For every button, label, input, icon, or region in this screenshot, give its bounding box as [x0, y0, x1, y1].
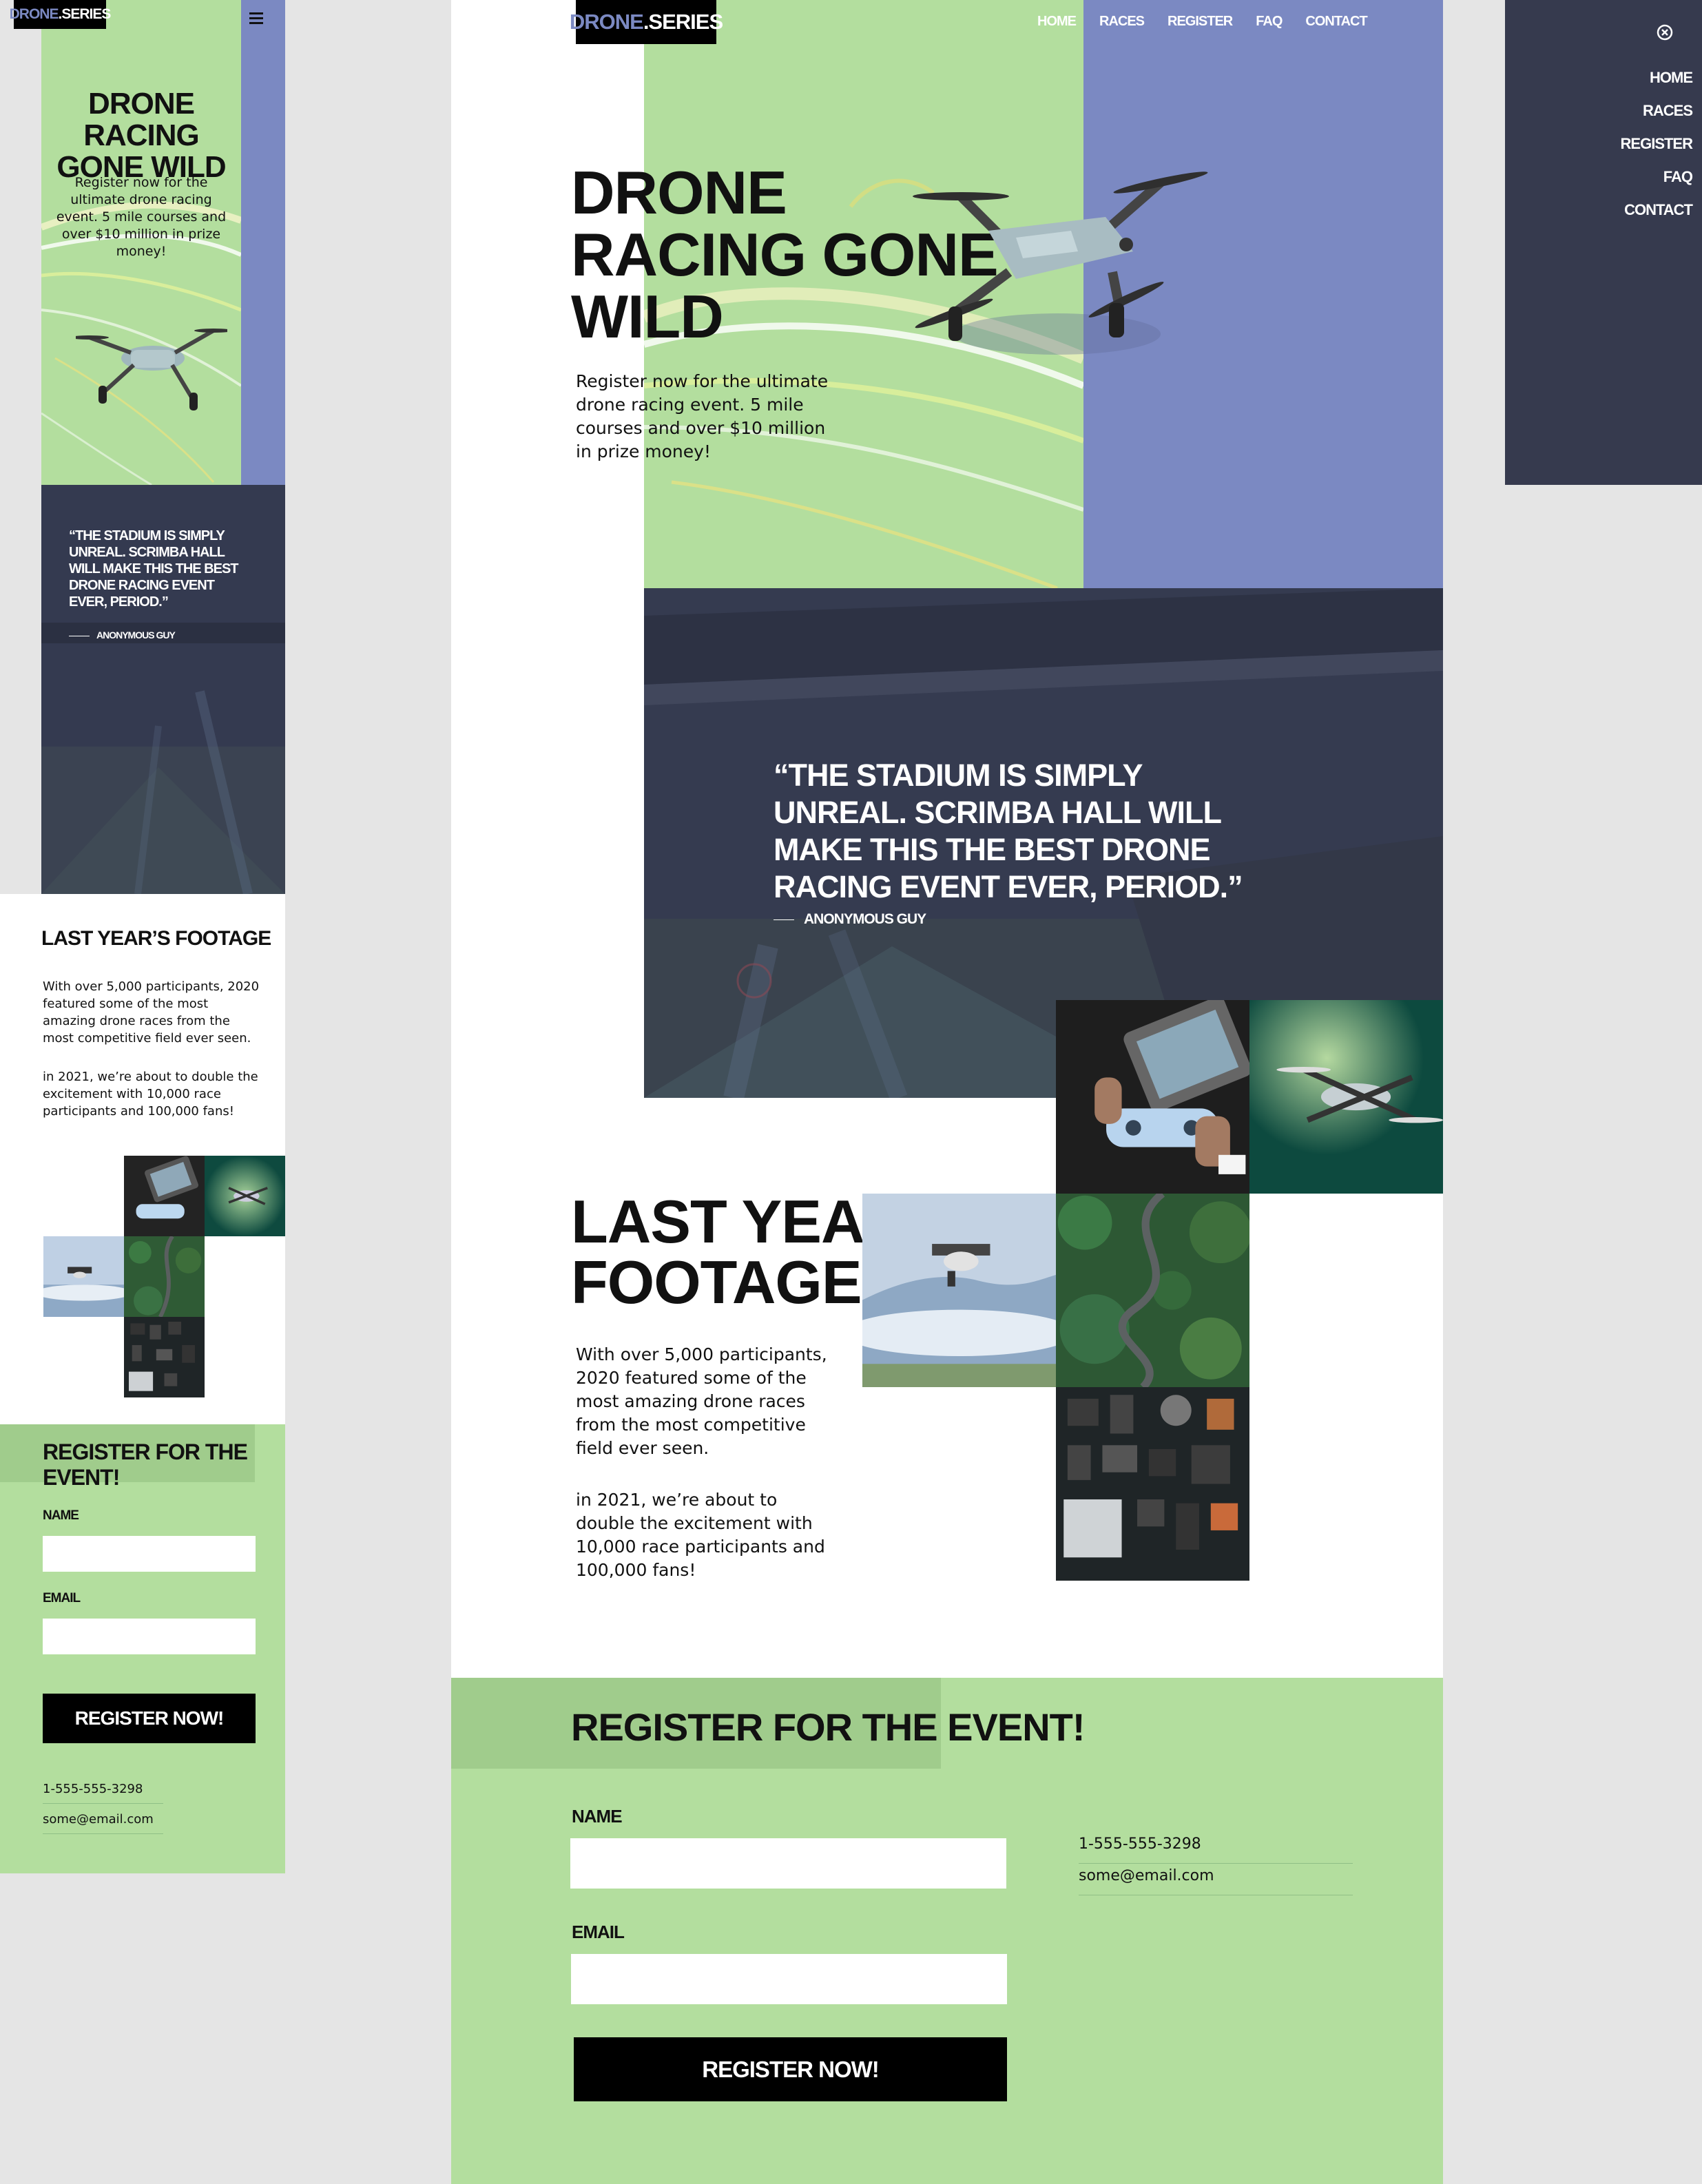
mobile-view: DRONE .SERIES DRONE RACING GONE WILD Regi…	[0, 0, 285, 1873]
mobile-email-input[interactable]	[43, 1619, 256, 1654]
desktop-view: DRONE .SERIES HOME RACES REGISTER FAQ CON…	[451, 0, 1443, 2184]
desktop-register-button[interactable]: REGISTER NOW!	[574, 2037, 1007, 2101]
desktop-hero-drone-image	[899, 134, 1229, 396]
mobile-name-input[interactable]	[43, 1536, 256, 1572]
mobile-contact-phone[interactable]: 1-555-555-3298	[43, 1782, 163, 1804]
mobile-logo[interactable]: DRONE .SERIES	[10, 0, 111, 29]
desktop-gallery-gear-flatlay-image	[1056, 1387, 1249, 1581]
desktop-contact-phone[interactable]: 1-555-555-3298	[1079, 1834, 1353, 1864]
drawer-nav-home[interactable]: HOME	[1650, 69, 1693, 87]
mobile-quote-author: ANONYMOUS GUY	[96, 630, 176, 641]
close-circle-icon[interactable]	[1656, 23, 1674, 41]
mobile-register-button[interactable]: REGISTER NOW!	[43, 1694, 256, 1743]
mobile-footage-paragraph: With over 5,000 participants, 2020 featu…	[43, 979, 260, 1046]
desktop-gallery-road-forest-image	[1056, 1194, 1249, 1387]
drawer-nav-races[interactable]: RACES	[1643, 102, 1693, 120]
desktop-gallery-drone-sky-image	[862, 1194, 1056, 1387]
drawer-nav-list: HOME RACES REGISTER FAQ CONTACT	[1621, 69, 1693, 219]
mobile-footage-paragraph: in 2021, we’re about to double the excit…	[43, 1070, 258, 1119]
mobile-email-label: EMAIL	[43, 1591, 81, 1605]
nav-contact[interactable]: CONTACT	[1305, 14, 1367, 30]
mobile-gallery-controller-image	[124, 1156, 205, 1236]
desktop-gallery-controller-image	[1056, 1000, 1249, 1194]
mobile-gallery-gear-flatlay-image	[124, 1317, 205, 1397]
drawer-nav-faq[interactable]: FAQ	[1663, 168, 1693, 186]
desktop-email-label: EMAIL	[572, 1922, 625, 1942]
desktop-footage-paragraph: With over 5,000 participants, 2020 featu…	[576, 1344, 827, 1458]
desktop-footage-paragraph: in 2021, we’re about to double the excit…	[576, 1490, 825, 1580]
mobile-quote-text: “THE STADIUM IS SIMPLY UNREAL. SCRIMBA H…	[69, 528, 239, 610]
mobile-hero-drone-image	[70, 303, 233, 413]
mobile-name-label: NAME	[43, 1508, 79, 1523]
mobile-contact-email[interactable]: some@email.com	[43, 1812, 163, 1834]
mobile-gallery-road-forest-image	[124, 1236, 205, 1317]
mobile-hero-title: DRONE RACING GONE WILD	[41, 88, 241, 183]
mobile-gallery-drone-green-image	[205, 1156, 285, 1236]
drawer-nav-contact[interactable]: CONTACT	[1624, 201, 1693, 219]
nav-home[interactable]: HOME	[1037, 14, 1077, 30]
mobile-footage-title: LAST YEAR’S FOOTAGE	[41, 927, 271, 950]
desktop-quote-dash	[774, 919, 794, 920]
nav-faq[interactable]: FAQ	[1256, 14, 1283, 30]
desktop-gallery-drone-green-image	[1249, 1000, 1443, 1194]
desktop-register-title: REGISTER FOR THE EVENT!	[571, 1705, 1085, 1749]
mobile-nav-drawer: HOME RACES REGISTER FAQ CONTACT	[1505, 0, 1702, 485]
desktop-quote-author: ANONYMOUS GUY	[804, 911, 926, 927]
desktop-name-label: NAME	[572, 1806, 623, 1827]
mobile-hero-text: Register now for the ultimate drone raci…	[56, 175, 227, 259]
drawer-nav-register[interactable]: REGISTER	[1621, 135, 1693, 153]
nav-register[interactable]: REGISTER	[1167, 14, 1233, 30]
desktop-contact-email[interactable]: some@email.com	[1079, 1866, 1353, 1895]
desktop-hero-text: Register now for the ultimate drone raci…	[576, 371, 829, 461]
desktop-name-input[interactable]	[570, 1838, 1006, 1889]
mobile-quote-section: “THE STADIUM IS SIMPLY UNREAL. SCRIMBA H…	[41, 485, 285, 894]
hamburger-menu-icon[interactable]	[245, 7, 267, 29]
desktop-email-input[interactable]	[571, 1954, 1007, 2004]
mobile-hero-blue-panel	[241, 0, 285, 485]
mobile-gallery-drone-sky-image	[43, 1236, 124, 1317]
desktop-logo[interactable]: DRONE .SERIES	[570, 0, 723, 44]
desktop-nav: HOME RACES REGISTER FAQ CONTACT	[1037, 14, 1368, 30]
desktop-quote-text: “THE STADIUM IS SIMPLY UNREAL. SCRIMBA H…	[774, 758, 1243, 904]
nav-races[interactable]: RACES	[1099, 14, 1145, 30]
mobile-register-title: REGISTER FOR THE EVENT!	[43, 1439, 248, 1490]
mobile-hero-title-line: DRONE RACING	[83, 87, 200, 152]
